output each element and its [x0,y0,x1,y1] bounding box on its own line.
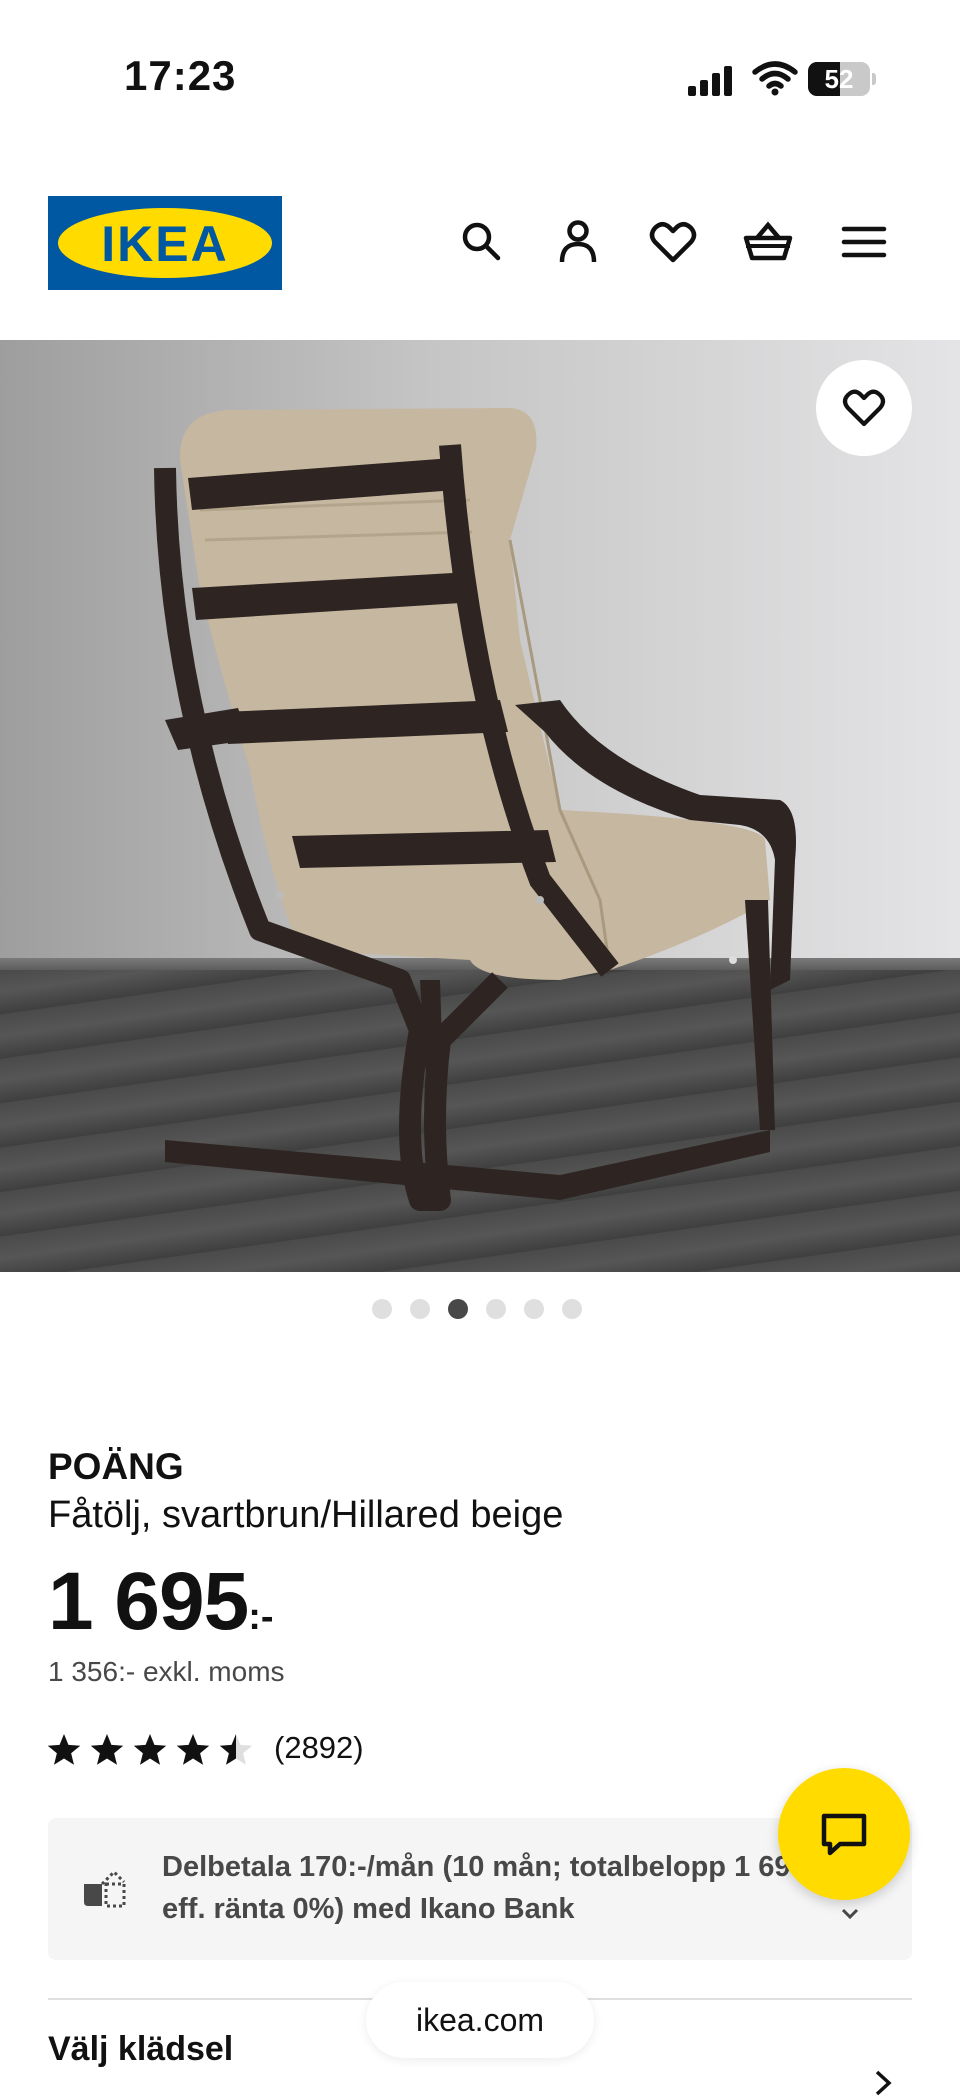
price-value: 1 695 [48,1556,249,1647]
rating-stars[interactable] [46,1730,256,1772]
star-filled [133,1734,167,1765]
ikea-logo[interactable]: IKEA ® [48,196,282,290]
price-excl-vat: 1 356:- exkl. moms [48,1656,285,1687]
basket-icon[interactable] [742,216,794,268]
logo-text: IKEA [101,216,229,272]
carousel-dot[interactable] [486,1299,506,1319]
heart-icon [842,389,886,427]
status-time: 17:23 [124,52,237,99]
product-image[interactable] [0,340,960,1272]
battery-icon: 52 [808,62,876,96]
carousel-dot[interactable] [372,1299,392,1319]
status-bar: 17:23 52 [0,0,960,150]
menu-icon[interactable] [838,216,890,268]
wifi-icon [752,61,798,96]
signal-icon [688,66,732,96]
carousel-dot[interactable] [562,1299,582,1319]
review-count[interactable]: (2892) [274,1730,364,1766]
chat-button[interactable] [778,1768,910,1900]
search-icon[interactable] [456,216,508,268]
carousel-dot[interactable] [410,1299,430,1319]
upholstery-section-title[interactable]: Välj klädsel [48,2030,233,2069]
carousel-dot[interactable] [524,1299,544,1319]
price: 1 695:- [48,1555,274,1649]
chevron-down-icon [841,1908,859,1920]
account-icon[interactable] [552,216,604,268]
star-filled [90,1734,124,1765]
chevron-right-icon[interactable] [868,2068,898,2098]
price-suffix: :- [248,1596,274,1638]
favorites-icon[interactable] [647,216,699,268]
battery-level: 52 [824,64,854,94]
browser-url[interactable]: ikea.com [366,1982,594,2058]
product-name: POÄNG [48,1446,184,1487]
chair-illustration [154,408,796,1211]
installment-icon [84,1869,126,1908]
chat-icon [821,1813,867,1856]
save-favorite-button[interactable] [816,360,912,456]
carousel-dot[interactable] [448,1299,468,1319]
financing-text: Delbetala 170:-/mån (10 mån; totalbelopp… [162,1851,836,1925]
product-description: Fåtölj, svartbrun/Hillared beige [48,1494,564,1536]
star-filled [47,1734,81,1765]
star-filled [176,1734,210,1765]
